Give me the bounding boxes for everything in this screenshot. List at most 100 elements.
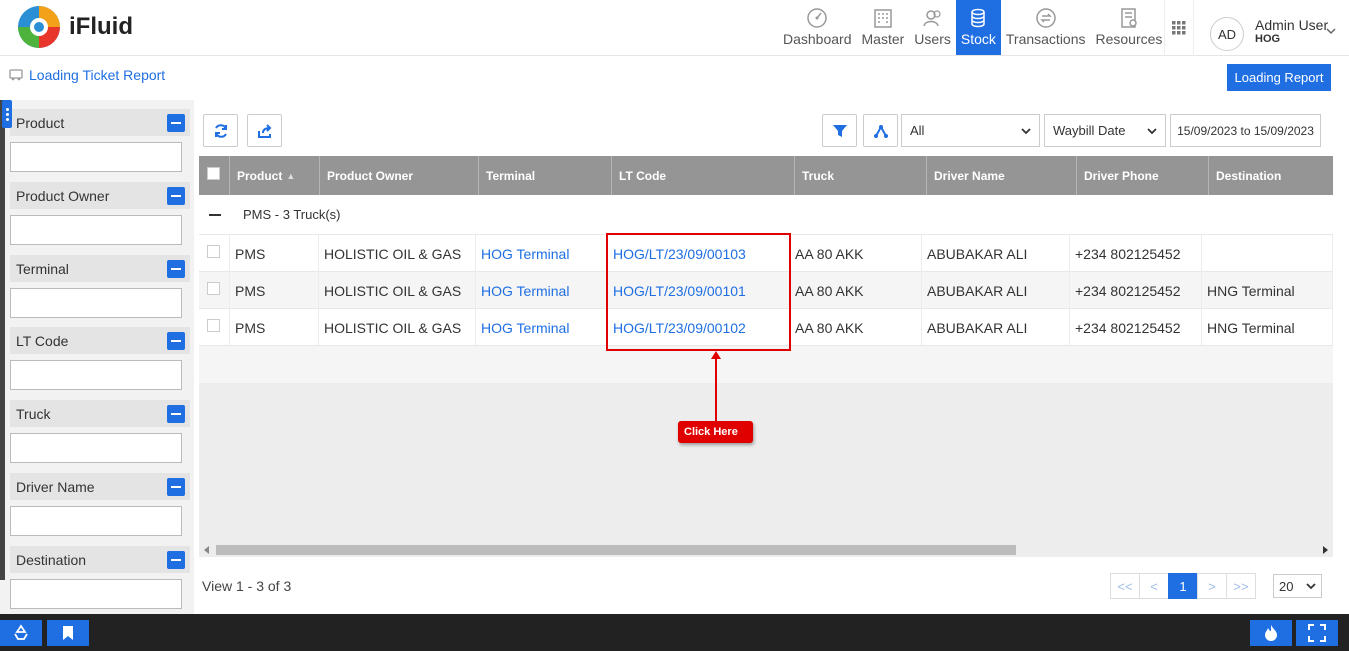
- collapse-minus-icon[interactable]: [167, 259, 185, 278]
- next-page-button[interactable]: >: [1197, 573, 1227, 599]
- recycle-button[interactable]: [0, 620, 42, 646]
- filter-truck: Truck: [10, 400, 190, 463]
- date-field-select[interactable]: Waybill Date: [1044, 114, 1166, 147]
- filter-terminal: Terminal: [10, 255, 190, 318]
- filter-button[interactable]: [822, 114, 857, 147]
- empty-row: [199, 346, 1333, 383]
- bottom-toolbar: [0, 614, 1349, 651]
- product-filter-input[interactable]: [10, 142, 182, 172]
- collapse-minus-icon[interactable]: [167, 404, 185, 423]
- filter-product-owner: Product Owner: [10, 182, 190, 245]
- nav-stock[interactable]: Stock: [955, 0, 1001, 55]
- cell-terminal-link[interactable]: HOG Terminal: [476, 309, 608, 346]
- collapse-minus-icon[interactable]: [167, 113, 185, 132]
- refresh-button[interactable]: [203, 114, 238, 147]
- nav-users[interactable]: Users: [909, 0, 956, 55]
- row-check-cell: [199, 235, 230, 272]
- collapse-minus-icon[interactable]: [167, 331, 185, 350]
- nav-resources[interactable]: Resources: [1091, 0, 1168, 55]
- current-page-button[interactable]: 1: [1168, 573, 1198, 599]
- cell-product: PMS: [230, 235, 319, 272]
- select-value: Waybill Date: [1053, 123, 1126, 138]
- collapse-minus-icon[interactable]: [167, 550, 185, 569]
- column-header[interactable]: LT Code: [612, 156, 795, 195]
- row-checkbox[interactable]: [207, 245, 220, 258]
- grid-empty-area: [199, 383, 1333, 543]
- dashboard-icon: [807, 8, 827, 28]
- terminal-filter-input[interactable]: [10, 288, 182, 318]
- scroll-right-icon[interactable]: [1323, 546, 1328, 554]
- cell-phone: +234 802125452: [1070, 309, 1202, 346]
- scroll-thumb[interactable]: [216, 545, 1016, 555]
- chevron-down-icon[interactable]: [1326, 26, 1336, 36]
- avatar[interactable]: AD: [1210, 17, 1244, 51]
- cell-truck: AA 80 AKK: [790, 235, 922, 272]
- group-label: PMS - 3 Truck(s): [243, 207, 341, 222]
- annotation-highlight-box: [606, 233, 791, 351]
- column-header[interactable]: Terminal: [479, 156, 612, 195]
- column-header[interactable]: Driver Phone: [1077, 156, 1209, 195]
- panel-edge-bar: [0, 100, 5, 580]
- apps-grid-button[interactable]: [1164, 0, 1194, 56]
- bookmark-button[interactable]: [47, 620, 89, 646]
- filter-lt-code: LT Code: [10, 327, 190, 390]
- status-select[interactable]: All: [901, 114, 1040, 147]
- row-checkbox[interactable]: [207, 319, 220, 332]
- nav-transactions[interactable]: Transactions: [1001, 0, 1091, 55]
- nav-dashboard[interactable]: Dashboard: [778, 0, 857, 55]
- filter-header: Truck: [10, 400, 190, 427]
- nav-master[interactable]: Master: [857, 0, 910, 55]
- row-checkbox[interactable]: [207, 282, 220, 295]
- group-button[interactable]: [863, 114, 898, 147]
- fire-button[interactable]: [1250, 620, 1292, 646]
- driver-name-filter-input[interactable]: [10, 506, 182, 536]
- destination-filter-input[interactable]: [10, 579, 182, 609]
- truck-filter-input[interactable]: [10, 433, 182, 463]
- horizontal-scrollbar[interactable]: [199, 543, 1333, 557]
- filter-label: LT Code: [16, 332, 69, 349]
- column-header[interactable]: Truck: [795, 156, 927, 195]
- cell-truck: AA 80 AKK: [790, 272, 922, 309]
- cell-terminal-link[interactable]: HOG Terminal: [476, 272, 608, 309]
- column-header[interactable]: Destination: [1209, 156, 1333, 195]
- group-row[interactable]: PMS - 3 Truck(s): [199, 195, 1333, 235]
- breadcrumb[interactable]: Loading Ticket Report: [29, 67, 165, 83]
- lt-code-filter-input[interactable]: [10, 360, 182, 390]
- loading-report-button[interactable]: Loading Report: [1227, 64, 1331, 91]
- prev-page-button[interactable]: <: [1139, 573, 1169, 599]
- collapse-group-icon[interactable]: [209, 214, 221, 216]
- cell-destination: HNG Terminal: [1202, 309, 1333, 346]
- cell-phone: +234 802125452: [1070, 235, 1202, 272]
- nav-label: Stock: [960, 31, 996, 47]
- filter-product: Product: [10, 109, 190, 172]
- column-label: LT Code: [619, 168, 667, 183]
- cell-product: PMS: [230, 272, 319, 309]
- fullscreen-button[interactable]: [1296, 620, 1338, 646]
- panel-toggle-button[interactable]: [2, 100, 12, 128]
- cell-owner: HOLISTIC OIL & GAS: [319, 309, 476, 346]
- column-header[interactable]: Driver Name: [927, 156, 1077, 195]
- first-page-button[interactable]: <<: [1110, 573, 1140, 599]
- select-all-checkbox[interactable]: [207, 167, 220, 180]
- column-label: Product: [237, 168, 283, 183]
- column-label: Destination: [1216, 168, 1282, 183]
- last-page-button[interactable]: >>: [1226, 573, 1256, 599]
- column-header[interactable]: Product ▲: [230, 156, 320, 195]
- date-range-input[interactable]: 15/09/2023 to 15/09/2023: [1170, 114, 1321, 147]
- filter-header: Terminal: [10, 255, 190, 282]
- collapse-minus-icon[interactable]: [167, 477, 185, 496]
- export-button[interactable]: [247, 114, 282, 147]
- cell-driver: ABUBAKAR ALI: [922, 272, 1070, 309]
- scroll-left-icon[interactable]: [204, 546, 209, 554]
- app-brand: iFluid: [69, 13, 133, 40]
- filter-header: LT Code: [10, 327, 190, 354]
- page-size-select[interactable]: 20: [1273, 574, 1322, 598]
- collapse-minus-icon[interactable]: [167, 186, 185, 205]
- row-check-cell: [199, 272, 230, 309]
- cell-terminal-link[interactable]: HOG Terminal: [476, 235, 608, 272]
- column-header[interactable]: Product Owner: [320, 156, 479, 195]
- user-name[interactable]: Admin User: [1255, 17, 1328, 33]
- product-owner-filter-input[interactable]: [10, 215, 182, 245]
- filter-label: Product Owner: [16, 187, 110, 204]
- chevron-down-icon: [1147, 127, 1157, 134]
